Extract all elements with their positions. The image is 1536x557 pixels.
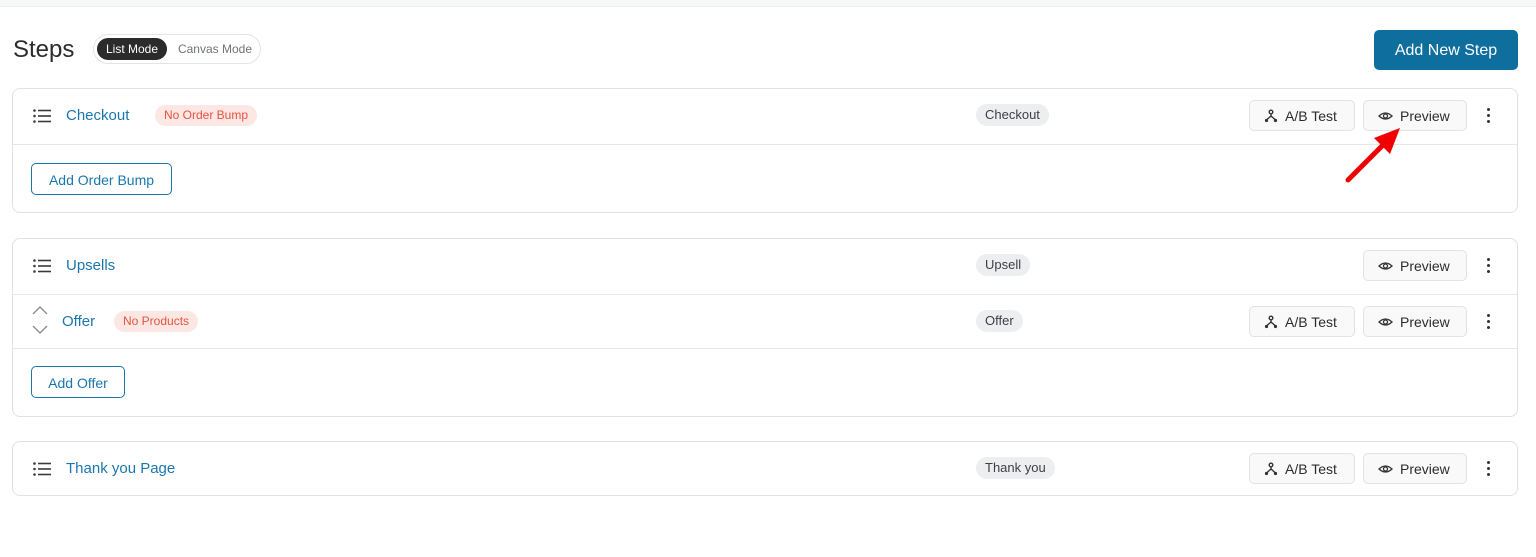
add-new-step-button[interactable]: Add New Step bbox=[1374, 30, 1518, 70]
kebab-menu-icon[interactable] bbox=[1486, 461, 1492, 477]
kebab-menu-icon[interactable] bbox=[1486, 108, 1492, 124]
step-type-tag: Offer bbox=[976, 310, 1023, 332]
ab-test-button[interactable]: A/B Test bbox=[1249, 306, 1355, 337]
ab-test-label: A/B Test bbox=[1285, 314, 1337, 330]
eye-icon bbox=[1378, 262, 1393, 270]
status-badge: No Products bbox=[114, 311, 199, 332]
step-type-tag: Upsell bbox=[976, 254, 1031, 276]
list-mode-button[interactable]: List Mode bbox=[97, 38, 167, 60]
step-title-offer[interactable]: Offer bbox=[62, 313, 95, 330]
mode-toggle: List Mode Canvas Mode bbox=[93, 34, 261, 64]
page-title: Steps bbox=[13, 36, 75, 63]
step-card-thankyou: Thank you Page Thank you A/B Test Previe… bbox=[12, 441, 1518, 496]
step-title-upsells[interactable]: Upsells bbox=[66, 257, 115, 274]
ab-test-label: A/B Test bbox=[1285, 108, 1337, 124]
step-card-checkout: Checkout No Order Bump Checkout A/B Test… bbox=[12, 88, 1518, 213]
step-title-checkout[interactable]: Checkout bbox=[66, 107, 129, 124]
ab-test-icon bbox=[1264, 109, 1278, 123]
preview-label: Preview bbox=[1400, 461, 1450, 477]
divider bbox=[13, 294, 1517, 295]
status-badge: No Order Bump bbox=[155, 105, 258, 126]
preview-label: Preview bbox=[1400, 314, 1450, 330]
drag-handle-icon[interactable] bbox=[33, 259, 51, 273]
ab-test-button[interactable]: A/B Test bbox=[1249, 453, 1355, 484]
step-type-tag: Checkout bbox=[976, 104, 1049, 126]
chevron-up-icon[interactable] bbox=[32, 306, 48, 315]
step-card-upsells: Upsells Upsell Preview Offer No Products… bbox=[12, 238, 1518, 417]
preview-button[interactable]: Preview bbox=[1363, 453, 1467, 484]
drag-handle-icon[interactable] bbox=[33, 109, 51, 123]
drag-handle-icon[interactable] bbox=[33, 462, 51, 476]
preview-button[interactable]: Preview bbox=[1363, 250, 1467, 281]
add-order-bump-button[interactable]: Add Order Bump bbox=[31, 163, 172, 195]
ab-test-icon bbox=[1264, 315, 1278, 329]
divider bbox=[13, 348, 1517, 349]
kebab-menu-icon[interactable] bbox=[1486, 314, 1492, 330]
preview-label: Preview bbox=[1400, 258, 1450, 274]
kebab-menu-icon[interactable] bbox=[1486, 258, 1492, 274]
step-type-tag: Thank you bbox=[976, 457, 1055, 479]
divider bbox=[13, 144, 1517, 145]
chevron-down-icon[interactable] bbox=[32, 325, 48, 334]
eye-icon bbox=[1378, 465, 1393, 473]
step-title-thankyou[interactable]: Thank you Page bbox=[66, 460, 175, 477]
ab-test-label: A/B Test bbox=[1285, 461, 1337, 477]
top-bar bbox=[0, 0, 1536, 7]
add-offer-button[interactable]: Add Offer bbox=[31, 366, 125, 398]
preview-button[interactable]: Preview bbox=[1363, 306, 1467, 337]
canvas-mode-button[interactable]: Canvas Mode bbox=[173, 38, 257, 60]
eye-icon bbox=[1378, 318, 1393, 326]
ab-test-icon bbox=[1264, 462, 1278, 476]
annotation-arrow-icon bbox=[1345, 128, 1400, 183]
